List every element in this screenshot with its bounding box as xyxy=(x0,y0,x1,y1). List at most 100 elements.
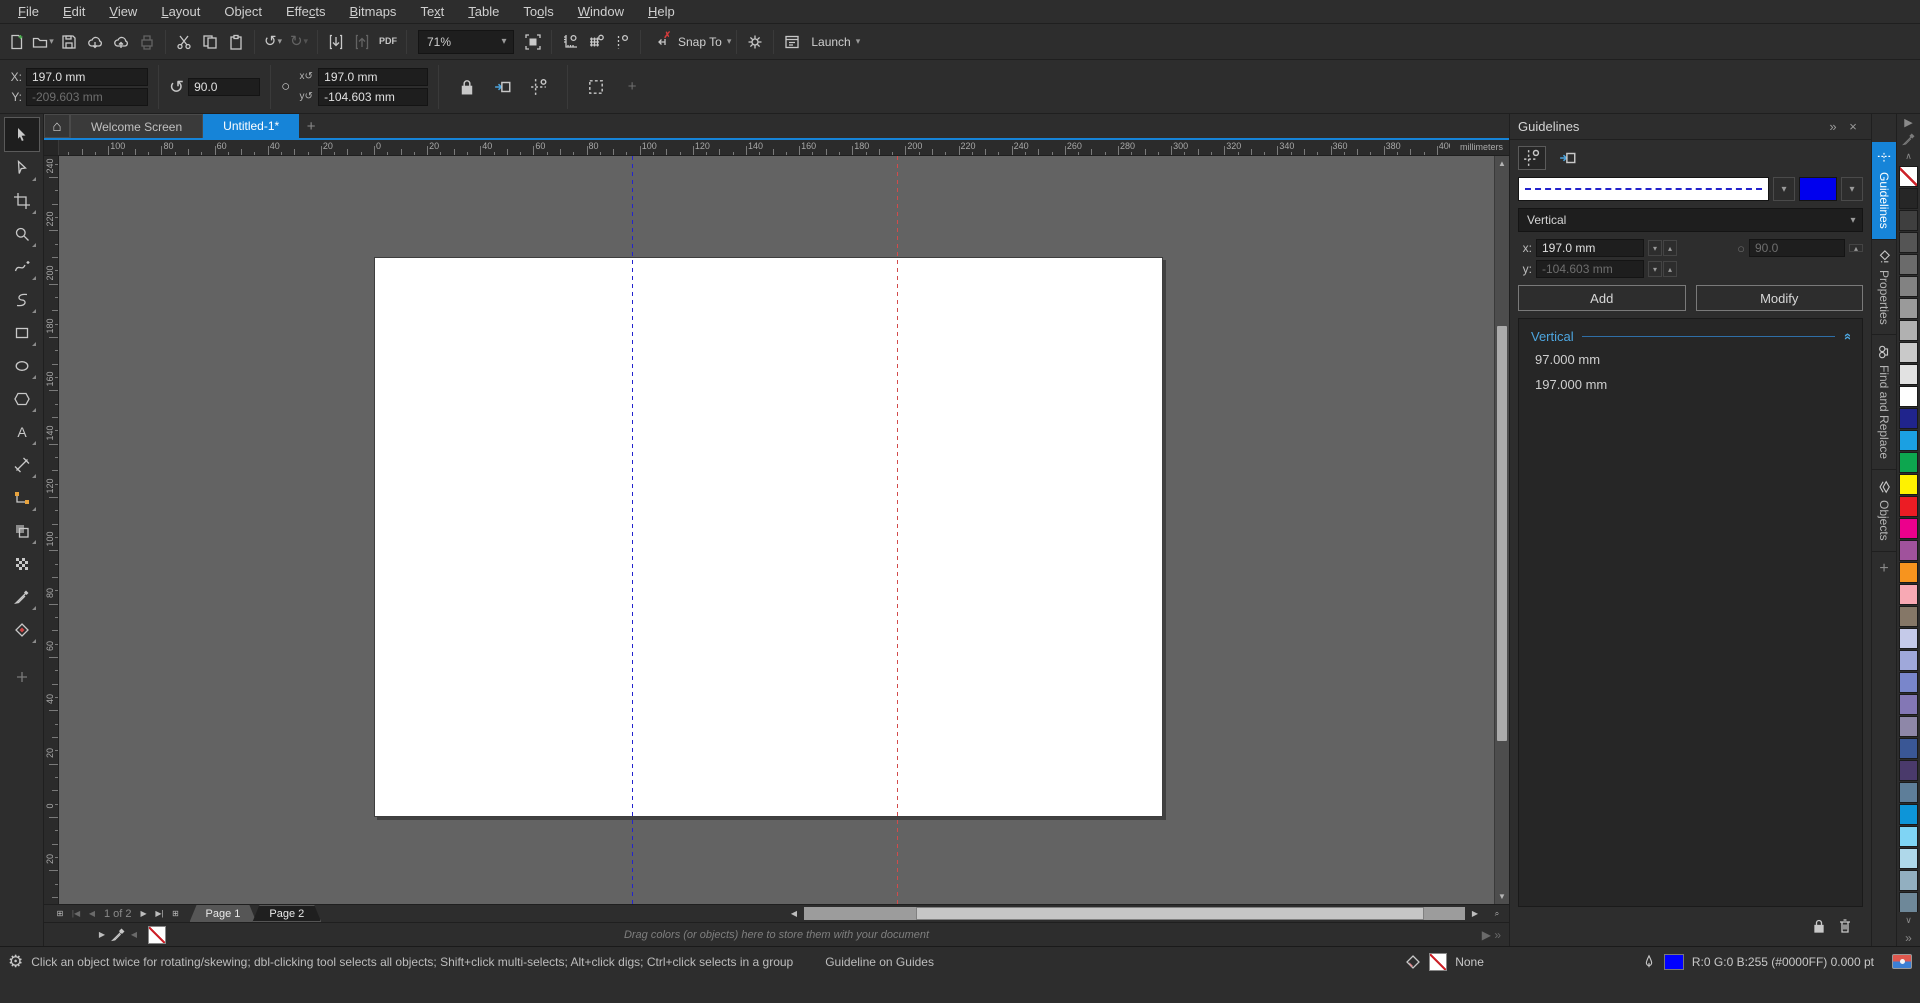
menu-item-layout[interactable]: Layout xyxy=(149,1,212,22)
menu-item-object[interactable]: Object xyxy=(212,1,274,22)
color-swatch[interactable] xyxy=(1899,386,1918,407)
cloud-upload-button[interactable] xyxy=(108,29,134,55)
color-swatch[interactable] xyxy=(1899,694,1918,715)
guideline-presets-button[interactable] xyxy=(524,72,554,102)
scroll-left-arrow[interactable]: ◀ xyxy=(786,906,802,922)
rotation-angle-field[interactable] xyxy=(188,77,261,96)
palette-eyedropper-icon[interactable] xyxy=(1897,131,1920,148)
guidelines-list[interactable]: Vertical » 97.000 mm 197.000 mm xyxy=(1518,318,1863,907)
panel-x-field[interactable] xyxy=(1536,239,1644,257)
menu-item-help[interactable]: Help xyxy=(636,1,687,22)
docker-tab-guidelines[interactable]: Guidelines xyxy=(1872,142,1896,240)
launch-dropdown[interactable]: Launch xyxy=(811,35,850,49)
snap-off-button[interactable]: ✗ xyxy=(646,29,672,55)
paste-button[interactable] xyxy=(223,29,249,55)
color-swatch[interactable] xyxy=(1899,848,1918,869)
options-button[interactable] xyxy=(742,29,768,55)
horizontal-scrollbar[interactable] xyxy=(804,907,1465,920)
freehand-tool[interactable] xyxy=(5,250,39,283)
object-x-field[interactable] xyxy=(26,67,148,86)
color-swatch[interactable] xyxy=(1899,298,1918,319)
undo-button[interactable]: ↺ ▾ xyxy=(260,29,286,55)
snap-to-guideline-button[interactable] xyxy=(488,72,518,102)
cloud-download-button[interactable] xyxy=(82,29,108,55)
connector-tool[interactable] xyxy=(5,481,39,514)
color-swatch[interactable] xyxy=(1899,650,1918,671)
scroll-up-arrow[interactable]: ▲ xyxy=(1495,156,1509,171)
color-swatch[interactable] xyxy=(1899,892,1918,912)
color-swatch[interactable] xyxy=(1899,430,1918,451)
color-swatch[interactable] xyxy=(1899,452,1918,473)
guideline-line-style-preview[interactable] xyxy=(1518,177,1769,201)
color-swatch[interactable] xyxy=(1899,738,1918,759)
page-tab-page-1[interactable]: Page 1 xyxy=(190,905,257,922)
copy-button[interactable] xyxy=(197,29,223,55)
add-page-start-button[interactable]: ⊞ xyxy=(52,906,68,922)
vertical-scrollbar[interactable]: ▲ ▼ xyxy=(1494,156,1509,904)
color-swatch[interactable] xyxy=(1899,276,1918,297)
open-button[interactable]: ▾ xyxy=(30,29,56,55)
color-dropdown[interactable]: ▾ xyxy=(1841,177,1863,201)
center-of-rotation-icon[interactable]: ○ xyxy=(281,79,290,94)
docker-collapse-button[interactable]: » xyxy=(1823,119,1843,134)
eyedropper-tool[interactable] xyxy=(5,580,39,613)
menu-item-text[interactable]: Text xyxy=(408,1,456,22)
modify-button[interactable]: Modify xyxy=(1695,285,1863,311)
color-swatch[interactable] xyxy=(1899,716,1918,737)
crop-tool[interactable] xyxy=(5,184,39,217)
shape-tool[interactable] xyxy=(5,151,39,184)
snap-to-dropdown[interactable]: Snap To xyxy=(678,35,722,49)
home-button[interactable]: ⌂ xyxy=(44,114,70,138)
full-screen-preview-button[interactable] xyxy=(520,29,546,55)
show-rulers-button[interactable] xyxy=(557,29,583,55)
new-tab-button[interactable]: + xyxy=(299,114,323,138)
lock-guideline-icon[interactable] xyxy=(1811,918,1827,937)
previous-page-button[interactable]: ◀ xyxy=(84,906,100,922)
new-document-button[interactable] xyxy=(4,29,30,55)
lock-guideline-button[interactable] xyxy=(452,72,482,102)
color-swatch-none[interactable] xyxy=(1899,166,1918,187)
drop-shadow-tool[interactable] xyxy=(5,514,39,547)
menu-item-bitmaps[interactable]: Bitmaps xyxy=(337,1,408,22)
color-swatch[interactable] xyxy=(1899,584,1918,605)
palette-scroll-right[interactable]: ▶ » xyxy=(1482,928,1501,942)
color-swatch[interactable] xyxy=(1899,518,1918,539)
tab-welcome-screen[interactable]: Welcome Screen xyxy=(70,114,204,138)
status-options-icon[interactable]: ⚙ xyxy=(8,953,23,970)
rotation-center-x-field[interactable] xyxy=(318,67,429,86)
ellipse-tool[interactable] xyxy=(5,349,39,382)
color-proof-monitor-icon[interactable] xyxy=(1892,954,1912,969)
text-tool[interactable]: A xyxy=(5,415,39,448)
docker-tab-find-and-replace[interactable]: Find and Replace xyxy=(1872,335,1896,471)
color-swatch[interactable] xyxy=(1899,474,1918,495)
outline-color-swatch[interactable] xyxy=(1663,953,1684,970)
tab-untitled-1[interactable]: Untitled-1* xyxy=(203,114,300,138)
docker-tab-properties[interactable]: Properties xyxy=(1872,240,1896,336)
fill-none-swatch[interactable] xyxy=(1429,952,1448,971)
vertical-scroll-thumb[interactable] xyxy=(1497,326,1507,741)
vertical-ruler[interactable]: 4020020406080100120140160180200220240 xyxy=(44,156,59,904)
show-guidelines-button[interactable] xyxy=(1518,146,1546,170)
guideline-list-item[interactable]: 97.000 mm xyxy=(1531,344,1850,369)
color-swatch[interactable] xyxy=(1899,606,1918,627)
line-style-dropdown[interactable]: ▾ xyxy=(1773,177,1795,201)
zoom-tool[interactable] xyxy=(5,217,39,250)
customize-toolbox[interactable] xyxy=(5,660,39,693)
cut-button[interactable] xyxy=(171,29,197,55)
color-swatch[interactable] xyxy=(1899,408,1918,429)
menu-item-edit[interactable]: Edit xyxy=(51,1,97,22)
delete-guideline-icon[interactable] xyxy=(1837,918,1853,937)
publish-pdf-button[interactable]: PDF xyxy=(375,29,401,55)
polygon-tool[interactable] xyxy=(5,382,39,415)
show-grid-button[interactable] xyxy=(583,29,609,55)
scroll-right-arrow[interactable]: ▶ xyxy=(1467,906,1483,922)
docker-tab-objects[interactable]: Objects xyxy=(1872,470,1896,553)
next-page-button[interactable]: ▶ xyxy=(136,906,152,922)
menu-item-window[interactable]: Window xyxy=(566,1,636,22)
select-all-guidelines-button[interactable] xyxy=(581,72,611,102)
import-button[interactable] xyxy=(323,29,349,55)
ruler-origin-corner[interactable] xyxy=(44,140,59,155)
color-swatch[interactable] xyxy=(1899,628,1918,649)
guideline-orientation-select[interactable]: Vertical ▾ xyxy=(1518,208,1863,232)
page-tab-page-2[interactable]: Page 2 xyxy=(252,905,321,922)
